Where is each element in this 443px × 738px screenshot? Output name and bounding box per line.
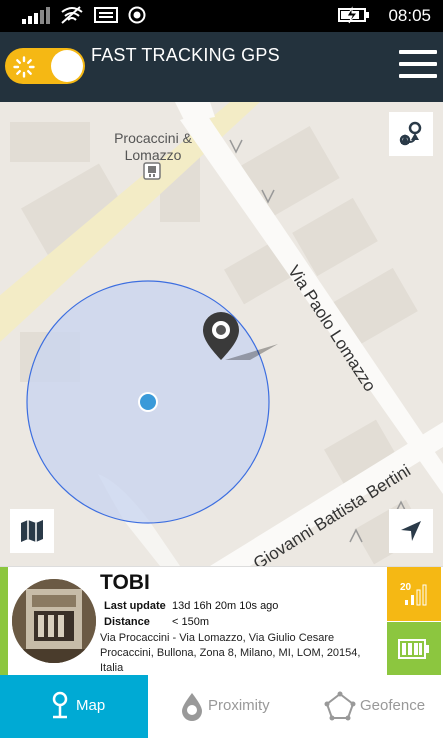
- tracking-toggle[interactable]: [5, 48, 85, 84]
- device-info-panel[interactable]: TOBI Last update 13d 16h 20m 10s ago Dis…: [0, 566, 443, 676]
- clock: 08:05: [388, 6, 431, 25]
- loading-icon: [13, 56, 35, 78]
- signal-box: 20: [387, 567, 441, 621]
- signal-strength-icon: [22, 7, 50, 24]
- poi-label: Procaccini & Lomazzo: [114, 130, 192, 163]
- signal-bars-icon: [405, 584, 427, 606]
- map-pin-icon: [52, 691, 68, 719]
- tab-map-label: Map: [76, 697, 106, 714]
- notification-icon: [94, 7, 118, 23]
- app-header: FAST TRACKING GPS: [0, 32, 443, 102]
- proximity-icon: [182, 693, 202, 721]
- tab-geofence-label: Geofence: [360, 697, 426, 714]
- last-update-label: Last update: [104, 600, 166, 612]
- device-avatar: [12, 579, 96, 663]
- route-icon: [399, 121, 422, 146]
- toggle-knob: [51, 50, 83, 82]
- device-name: TOBI: [100, 571, 150, 594]
- map-layers-button[interactable]: [10, 509, 54, 553]
- locate-me-button[interactable]: [389, 509, 433, 553]
- last-update-value: 13d 16h 20m 10s ago: [172, 600, 279, 612]
- status-bar: 08:05: [0, 0, 443, 32]
- device-photo: [12, 579, 96, 663]
- bottom-navigation: Map Proximity Geofence: [0, 675, 443, 738]
- app-title: FAST TRACKING GPS: [91, 45, 280, 65]
- map-icon: [21, 520, 43, 542]
- device-address: Via Procaccini - Via Lomazzo, Via Giulio…: [100, 632, 361, 674]
- menu-icon: [399, 50, 437, 54]
- battery-charging-icon: [338, 6, 369, 24]
- distance-value: < 150m: [172, 616, 209, 628]
- tab-proximity-label: Proximity: [208, 697, 270, 714]
- route-button[interactable]: [389, 112, 433, 156]
- menu-button[interactable]: [399, 48, 437, 80]
- distance-label: Distance: [104, 616, 150, 628]
- location-status-icon: [128, 6, 146, 24]
- tab-proximity[interactable]: Proximity: [148, 675, 296, 738]
- navigation-arrow-icon: [401, 521, 421, 541]
- battery-icon: [398, 639, 429, 659]
- map-view[interactable]: Procaccini & Lomazzo Via Paolo Lomazzo G…: [0, 102, 443, 566]
- battery-box: [387, 622, 441, 676]
- tab-geofence[interactable]: Geofence: [296, 675, 443, 738]
- status-accent-bar: [0, 567, 8, 676]
- tab-map[interactable]: Map: [0, 675, 148, 738]
- metro-station-icon[interactable]: [143, 162, 161, 180]
- geofence-icon: [324, 691, 356, 721]
- wifi-icon: [61, 6, 83, 24]
